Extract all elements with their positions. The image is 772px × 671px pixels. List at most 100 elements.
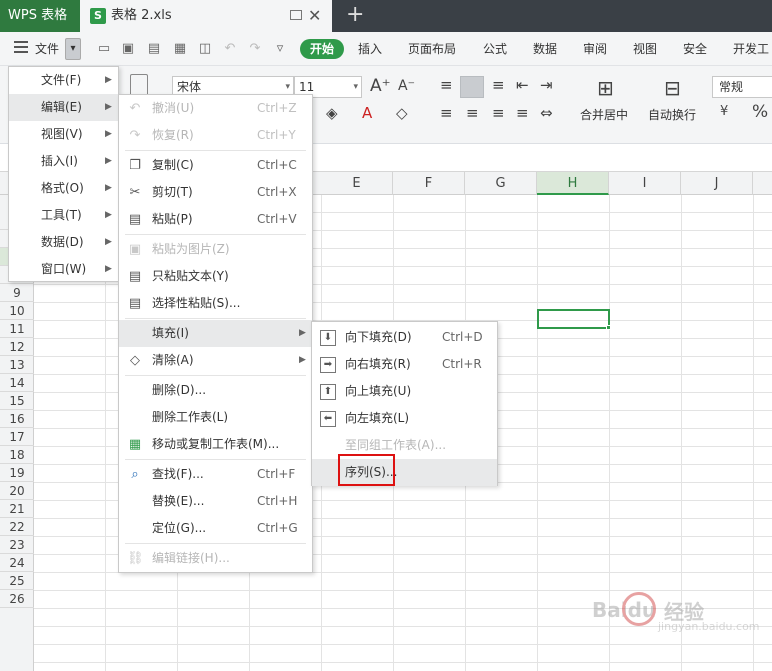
merge-cells-icon[interactable]: ⊞ — [597, 76, 614, 100]
tab-review[interactable]: 审阅 — [583, 32, 607, 66]
open-folder-icon[interactable]: ▭ — [96, 41, 112, 57]
column-header[interactable]: E — [321, 172, 393, 195]
fill-menu-item-fill-left[interactable]: ⬅ 向左填充(L) — [312, 405, 497, 432]
eraser-icon[interactable]: ◇ — [396, 104, 408, 122]
format-painter-icon[interactable] — [130, 74, 148, 96]
percent-icon[interactable]: % — [752, 102, 768, 122]
row-header[interactable]: 19 — [0, 464, 34, 482]
edit-menu-item-fill[interactable]: 填充(I) ▶ — [119, 320, 312, 347]
align-bottom-icon[interactable]: ≡ — [492, 76, 505, 94]
customize-toolbar-icon[interactable]: ▿ — [272, 41, 288, 57]
submenu-arrow-icon: ▶ — [299, 328, 306, 338]
row-header[interactable]: 11 — [0, 320, 34, 338]
app-tab[interactable]: WPS 表格 — [0, 0, 80, 32]
main-menu-item-data[interactable]: 数据(D) ▶ — [9, 229, 118, 256]
fill-menu-item-fill-right[interactable]: ➡ 向右填充(R) Ctrl+R — [312, 351, 497, 378]
row-header[interactable]: 17 — [0, 428, 34, 446]
tab-data[interactable]: 数据 — [533, 32, 557, 66]
row-header[interactable]: 9 — [0, 284, 34, 302]
align-middle-icon[interactable] — [460, 76, 484, 98]
active-cell[interactable] — [537, 309, 610, 329]
row-header[interactable]: 16 — [0, 410, 34, 428]
column-header[interactable]: F — [393, 172, 465, 195]
align-top-icon[interactable]: ≡ — [440, 76, 453, 94]
edit-menu-item-paste-special[interactable]: ▤ 选择性粘贴(S)... — [119, 290, 312, 317]
row-header[interactable]: 20 — [0, 482, 34, 500]
indent-decrease-icon[interactable]: ⇤ — [516, 76, 529, 94]
pdf-export-icon[interactable]: ▤ — [146, 41, 162, 57]
save-icon[interactable]: ▣ — [120, 41, 136, 57]
fill-menu-item-fill-up[interactable]: ⬆ 向上填充(U) — [312, 378, 497, 405]
row-header[interactable]: 10 — [0, 302, 34, 320]
font-color-icon[interactable]: A — [362, 104, 372, 122]
align-right-icon[interactable]: ≡ — [492, 104, 505, 122]
tab-insert[interactable]: 插入 — [358, 32, 382, 66]
row-header[interactable]: 24 — [0, 554, 34, 572]
edit-menu-item-move-copy-sheet[interactable]: ▦ 移动或复制工作表(M)... — [119, 431, 312, 458]
main-menu-item-edit[interactable]: 编辑(E) ▶ — [9, 94, 118, 121]
print-icon[interactable]: ▦ — [172, 41, 188, 57]
main-menu-item-insert[interactable]: 插入(I) ▶ — [9, 148, 118, 175]
hamburger-menu-icon[interactable] — [14, 41, 28, 53]
menu-item-label: 清除(A) — [152, 353, 194, 367]
main-menu-item-window[interactable]: 窗口(W) ▶ — [9, 256, 118, 283]
wrap-text-icon[interactable]: ⊟ — [664, 76, 681, 100]
edit-menu-item-paste[interactable]: ▤ 粘贴(P) Ctrl+V — [119, 206, 312, 233]
increase-font-icon[interactable]: A⁺ — [370, 76, 391, 96]
fill-handle[interactable] — [606, 325, 611, 330]
currency-icon[interactable]: ¥ — [720, 104, 728, 119]
edit-menu-item-paste-text-only[interactable]: ▤ 只粘贴文本(Y) — [119, 263, 312, 290]
tab-view[interactable]: 视图 — [633, 32, 657, 66]
close-tab-icon[interactable]: ✕ — [308, 6, 321, 25]
row-header[interactable]: 13 — [0, 356, 34, 374]
fill-color-icon[interactable]: ◈ — [326, 104, 338, 122]
new-tab-plus-icon[interactable]: + — [346, 2, 364, 27]
number-format-select[interactable]: 常规 — [712, 76, 772, 98]
tab-formulas[interactable]: 公式 — [483, 32, 507, 66]
column-header[interactable]: I — [609, 172, 681, 195]
column-header[interactable]: J — [681, 172, 753, 195]
merge-center-button[interactable]: 合并居中 — [580, 106, 628, 123]
edit-menu-item-goto[interactable]: 定位(G)... Ctrl+G — [119, 515, 312, 542]
row-header[interactable]: 12 — [0, 338, 34, 356]
edit-menu-item-delete[interactable]: 删除(D)... — [119, 377, 312, 404]
column-header[interactable]: G — [465, 172, 537, 195]
wrap-text-button[interactable]: 自动换行 — [648, 106, 696, 123]
row-header[interactable]: 18 — [0, 446, 34, 464]
fill-menu-item-fill-down[interactable]: ⬇ 向下填充(D) Ctrl+D — [312, 324, 497, 351]
edit-menu-item-cut[interactable]: ✂ 剪切(T) Ctrl+X — [119, 179, 312, 206]
decrease-font-icon[interactable]: A⁻ — [398, 78, 415, 94]
undo-icon[interactable]: ↶ — [222, 41, 238, 57]
tab-security[interactable]: 安全 — [683, 32, 707, 66]
tab-page-layout[interactable]: 页面布局 — [408, 32, 456, 66]
edit-menu-item-copy[interactable]: ❐ 复制(C) Ctrl+C — [119, 152, 312, 179]
edit-menu-item-delete-sheet[interactable]: 删除工作表(L) — [119, 404, 312, 431]
row-header[interactable]: 15 — [0, 392, 34, 410]
main-menu-item-file[interactable]: 文件(F) ▶ — [9, 67, 118, 94]
align-left-icon[interactable]: ≡ — [440, 104, 453, 122]
indent-increase-icon[interactable]: ⇥ — [540, 76, 553, 94]
justify-icon[interactable]: ≡ — [516, 104, 529, 122]
main-menu-item-format[interactable]: 格式(O) ▶ — [9, 175, 118, 202]
row-header[interactable]: 25 — [0, 572, 34, 590]
restore-window-icon[interactable] — [290, 10, 302, 20]
edit-menu-item-clear[interactable]: ◇ 清除(A) ▶ — [119, 347, 312, 374]
print-preview-icon[interactable]: ◫ — [197, 41, 213, 57]
row-header[interactable]: 22 — [0, 518, 34, 536]
redo-icon[interactable]: ↷ — [247, 41, 263, 57]
tab-start[interactable]: 开始 — [300, 39, 344, 59]
main-menu-item-tools[interactable]: 工具(T) ▶ — [9, 202, 118, 229]
file-menu-button[interactable]: 文件 — [35, 32, 59, 66]
edit-menu-item-find[interactable]: ⌕ 查找(F)... Ctrl+F — [119, 461, 312, 488]
chevron-down-icon[interactable]: ▾ — [65, 38, 81, 60]
edit-menu-item-replace[interactable]: 替换(E)... Ctrl+H — [119, 488, 312, 515]
distributed-align-icon[interactable]: ⇔ — [540, 104, 553, 122]
row-header[interactable]: 26 — [0, 590, 34, 608]
row-header[interactable]: 14 — [0, 374, 34, 392]
row-header[interactable]: 23 — [0, 536, 34, 554]
row-header[interactable]: 21 — [0, 500, 34, 518]
align-center-icon[interactable]: ≡ — [466, 104, 479, 122]
main-menu-item-view[interactable]: 视图(V) ▶ — [9, 121, 118, 148]
column-header-active[interactable]: H — [537, 172, 609, 195]
document-tab[interactable]: S 表格 2.xls ✕ — [80, 0, 332, 32]
